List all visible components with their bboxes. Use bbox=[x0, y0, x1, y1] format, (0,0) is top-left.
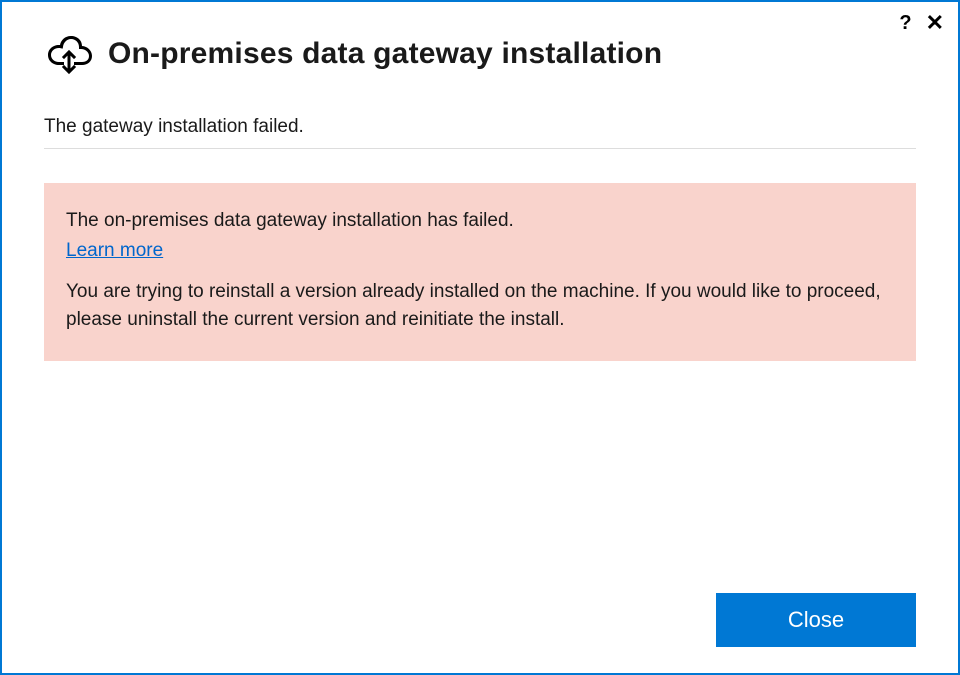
titlebar-controls: ? ✕ bbox=[899, 12, 944, 34]
error-detail: You are trying to reinstall a version al… bbox=[66, 278, 894, 333]
close-button[interactable]: Close bbox=[716, 593, 916, 647]
close-icon[interactable]: ✕ bbox=[926, 12, 944, 34]
status-message: The gateway installation failed. bbox=[44, 116, 916, 149]
footer: Close bbox=[2, 593, 958, 673]
header: On-premises data gateway installation bbox=[44, 32, 916, 76]
cloud-gateway-icon bbox=[44, 32, 94, 76]
installer-window: ? ✕ On-premises data gateway installatio… bbox=[0, 0, 960, 675]
error-headline: The on-premises data gateway installatio… bbox=[66, 207, 894, 235]
content-area: On-premises data gateway installation Th… bbox=[2, 2, 958, 593]
error-panel: The on-premises data gateway installatio… bbox=[44, 183, 916, 361]
page-title: On-premises data gateway installation bbox=[108, 37, 662, 71]
help-icon[interactable]: ? bbox=[899, 13, 911, 33]
learn-more-link[interactable]: Learn more bbox=[66, 240, 163, 261]
